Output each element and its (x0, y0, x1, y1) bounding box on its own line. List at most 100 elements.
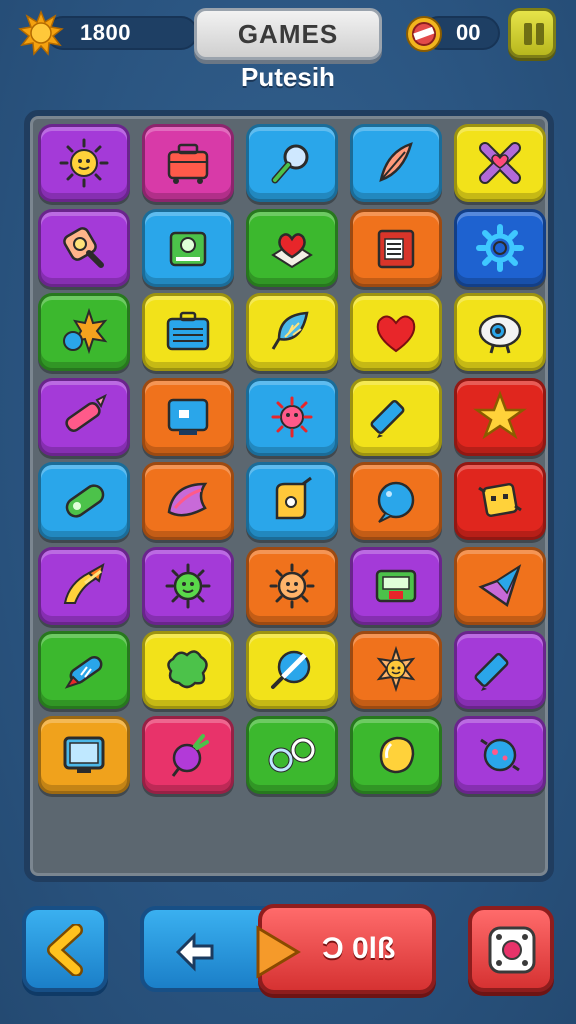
scroll-icon (275, 476, 312, 520)
game-tile[interactable] (350, 377, 442, 456)
action-bar[interactable]: Ͻ 0lß (140, 904, 436, 994)
magnifier-icon (271, 144, 309, 184)
dice-button[interactable] (468, 906, 554, 992)
game-tile[interactable] (38, 546, 130, 625)
gem-icon (478, 563, 522, 607)
game-tile[interactable] (246, 462, 338, 540)
game-tile[interactable] (142, 631, 234, 709)
game-tile[interactable] (38, 631, 130, 709)
game-tile[interactable] (142, 462, 234, 540)
suitcase-icon (377, 229, 415, 268)
games-button[interactable]: GAMES (194, 8, 382, 60)
heart-icon (376, 315, 416, 353)
x-mark-icon (479, 142, 521, 184)
planet-icon (480, 738, 520, 771)
coin-value: 1800 (80, 20, 131, 45)
pause-icon-bar (536, 23, 544, 45)
game-tile[interactable] (246, 293, 338, 371)
virus-icon (271, 396, 313, 437)
game-tile[interactable] (142, 208, 234, 287)
game-tile[interactable] (454, 715, 546, 794)
game-tile[interactable] (454, 462, 546, 540)
game-tile[interactable] (454, 124, 546, 202)
ball-icon (271, 650, 311, 689)
sun-star-icon (376, 645, 416, 693)
game-tile[interactable] (246, 546, 338, 625)
game-tile[interactable] (142, 377, 234, 456)
page-title: Putesih (241, 62, 335, 92)
star-icon (473, 389, 527, 439)
germ-icon (165, 563, 211, 608)
game-tile[interactable] (454, 377, 546, 456)
pencil-icon (474, 653, 509, 691)
game-tile[interactable] (38, 462, 130, 540)
game-tile[interactable] (350, 124, 442, 202)
game-tile[interactable] (142, 715, 234, 794)
game-tile[interactable] (350, 293, 442, 371)
shell-icon (167, 482, 208, 517)
heart-box-icon (271, 232, 313, 268)
game-tile[interactable] (350, 208, 442, 287)
beet-icon (171, 733, 209, 777)
game-tile[interactable] (350, 546, 442, 625)
game-tile[interactable] (38, 208, 130, 287)
sun-icon (18, 10, 64, 56)
pause-icon (524, 23, 532, 45)
game-tile[interactable] (350, 715, 442, 794)
game-tile[interactable] (246, 124, 338, 202)
game-tile[interactable] (142, 124, 234, 202)
gem-value: 00 (456, 20, 481, 45)
pause-button[interactable] (508, 8, 556, 58)
gear-icon (476, 223, 524, 272)
game-tile[interactable] (454, 293, 546, 371)
game-tile[interactable] (38, 715, 130, 794)
back-button[interactable] (22, 906, 108, 992)
handcuffs-icon (268, 737, 316, 772)
dice-icon (488, 926, 536, 974)
coin-counter: 1800 (18, 10, 198, 56)
game-tile[interactable] (246, 715, 338, 794)
game-tile[interactable] (350, 462, 442, 540)
game-tile[interactable] (454, 208, 546, 287)
game-tile[interactable] (246, 631, 338, 709)
game-tile[interactable] (38, 293, 130, 371)
camera-icon (169, 231, 207, 266)
play-arrow-icon (256, 925, 301, 979)
games-button-label: GAMES (237, 18, 339, 49)
toolbox-icon (167, 143, 209, 184)
crayon-icon (65, 393, 107, 432)
comet-icon (63, 562, 105, 604)
swap-arrow-icon (175, 932, 214, 972)
game-tile[interactable] (454, 546, 546, 625)
action-right-segment[interactable]: Ͻ 0lß (256, 904, 436, 994)
gem-coin-icon (406, 16, 442, 52)
lemon-icon (379, 736, 415, 773)
tv-icon (63, 736, 105, 773)
splat-icon (167, 650, 208, 689)
game-tile[interactable] (38, 377, 130, 456)
action-value: Ͻ 0lß (322, 932, 396, 965)
robot-icon (478, 482, 522, 518)
gem-counter: 00 (404, 10, 500, 54)
game-tile[interactable] (142, 546, 234, 625)
briefcase-icon (166, 311, 210, 351)
game-tile[interactable] (38, 124, 130, 202)
game-board (24, 110, 554, 882)
game-tile[interactable] (142, 293, 234, 371)
radio-icon (375, 569, 417, 602)
bubble-icon (377, 481, 415, 523)
game-tile[interactable] (454, 631, 546, 709)
chevron-left-icon (47, 924, 83, 976)
game-tile[interactable] (350, 631, 442, 709)
feather-icon (379, 142, 413, 182)
spiky-creature-icon (63, 307, 108, 355)
game-tile[interactable] (246, 377, 338, 456)
rocket-icon (64, 656, 103, 689)
pencil-icon (370, 399, 405, 438)
eye-robot-icon (478, 314, 522, 354)
capsule-icon (65, 484, 105, 518)
sun-face-icon (59, 138, 109, 188)
leaf-icon (271, 311, 309, 350)
screen-icon (167, 398, 209, 435)
game-tile[interactable] (246, 208, 338, 287)
